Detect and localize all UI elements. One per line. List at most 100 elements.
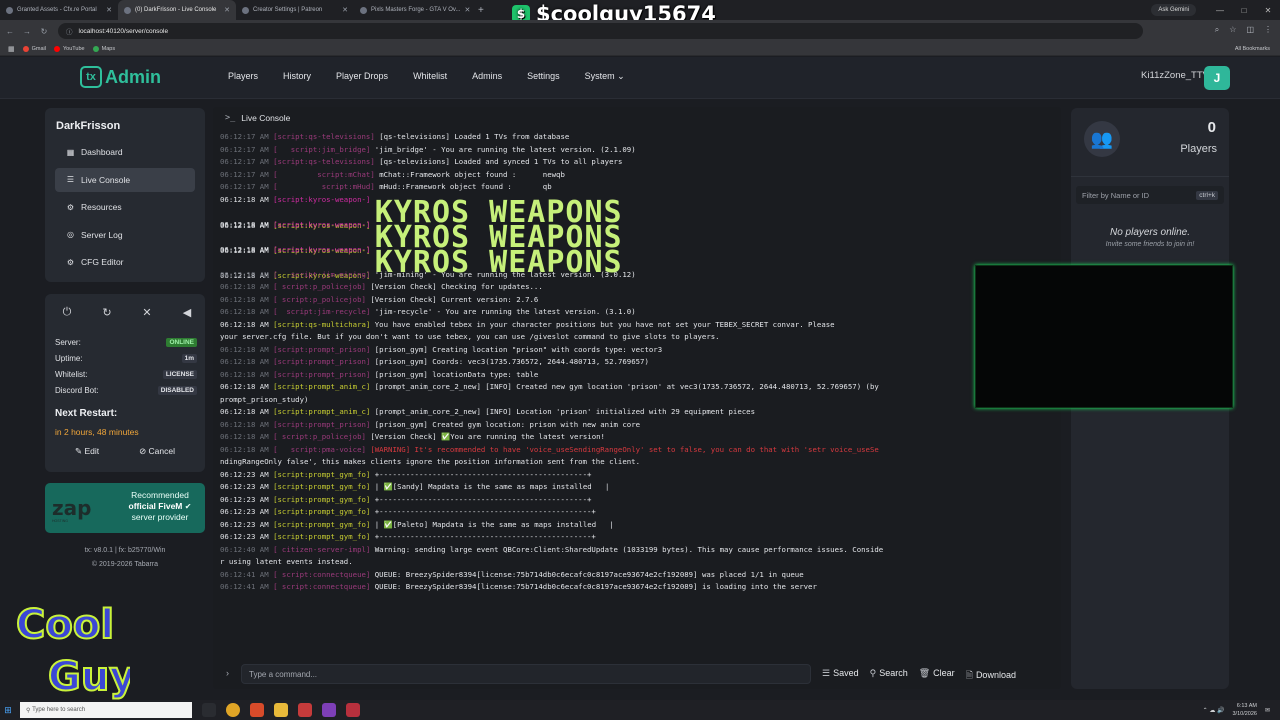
bookmark-youtube[interactable]: YouTube: [54, 45, 85, 52]
log-source: [ citizen-server-impl]: [273, 544, 371, 554]
url-field[interactable]: ⓘ localhost:40120/server/console: [58, 23, 1143, 39]
nav-item[interactable]: Players: [228, 71, 258, 82]
browser-tab[interactable]: Creator Settings | Patreon ✕: [236, 0, 354, 20]
next-restart-title: Next Restart:: [55, 408, 118, 419]
nav-item[interactable]: Settings: [527, 71, 560, 82]
player-filter-input[interactable]: Filter by Name or ID ctrl+k: [1076, 186, 1224, 204]
browser-tab[interactable]: Pixls Masters Forge - GTA V Ov... ✕: [354, 0, 472, 20]
browser-tab[interactable]: (0) DarkFrisson - Live Console ✕: [118, 0, 236, 20]
app-icon[interactable]: [346, 703, 360, 717]
log-timestamp: 06:12:41 AM: [220, 569, 269, 579]
bookmark-star-icon[interactable]: ☆: [1229, 25, 1236, 35]
status-list: Server: ONLINE Uptime: 1m Whitelist: LICENS…: [55, 334, 197, 398]
log-timestamp: 06:12:18 AM: [220, 219, 269, 229]
log-line: 06:12:18 AM [script:kyros-weapon-] KYROS…: [220, 223, 1050, 256]
log-source: [script:kyros-weapon-]: [273, 219, 371, 229]
log-timestamp: 06:12:23 AM: [220, 494, 269, 504]
log-line: 06:12:23 AM [script:prompt_gym_fo] +----…: [220, 494, 1050, 507]
log-timestamp: 06:12:41 AM: [220, 582, 269, 591]
sidebar-item[interactable]: ⚙ Resources: [55, 195, 195, 219]
zoom-icon[interactable]: ⌕: [1215, 25, 1219, 35]
txadmin-logo[interactable]: tx Admin: [80, 66, 161, 88]
announce-icon[interactable]: ◀: [179, 306, 195, 319]
notifications-icon[interactable]: ✉: [1265, 707, 1270, 714]
command-input[interactable]: Type a command...: [241, 664, 811, 684]
nav-item[interactable]: Whitelist: [413, 71, 447, 82]
forward-icon[interactable]: →: [20, 27, 34, 36]
log-line: 06:12:18 AM [ script:jim-mining] 'jim-mi…: [220, 269, 1050, 282]
windows-start-icon[interactable]: ⊞: [0, 705, 16, 716]
log-line: 06:12:18 AM [script:kyros-weapon-] KYROS…: [220, 198, 1050, 231]
nav-item[interactable]: History: [283, 71, 311, 82]
server-menu-card: DarkFrisson ▦ Dashboard ☰ Live Console ⚙ Reso…: [45, 108, 205, 282]
folder-icon[interactable]: [274, 703, 288, 717]
log-line: 06:12:18 AM [ script:p_policejob] [Versi…: [220, 431, 1050, 444]
log-timestamp: 06:12:18 AM: [220, 382, 269, 391]
log-timestamp: 06:12:18 AM: [220, 369, 269, 379]
kick-all-icon[interactable]: ✕: [139, 306, 155, 319]
nav-item[interactable]: Admins: [472, 71, 502, 82]
bookmark-maps[interactable]: Maps: [92, 45, 115, 52]
console-log[interactable]: 06:12:17 AM [script:qs-televisions] [qs-…: [220, 131, 1050, 661]
log-message: [qs-televisions] Loaded 1 TVs from datab…: [379, 132, 570, 141]
log-timestamp: 06:12:18 AM: [220, 307, 269, 316]
stop-server-icon[interactable]: ⏻: [59, 306, 75, 319]
avatar[interactable]: J: [1204, 66, 1230, 90]
chrome-icon[interactable]: [226, 703, 240, 717]
sidebar-item[interactable]: ⚙ CFG Editor: [55, 250, 195, 274]
clock[interactable]: 6:13 AM 3/10/2026: [1233, 702, 1257, 718]
log-line: 06:12:18 AM [script:prompt_anim_c] [prom…: [220, 381, 1050, 394]
restart-server-icon[interactable]: ↻: [99, 306, 115, 319]
close-tab-icon[interactable]: ✕: [342, 6, 348, 14]
menu-dots-icon[interactable]: ⋮: [1264, 25, 1272, 35]
log-line: 06:12:18 AM [ script:jim-recycle] 'jim-r…: [220, 306, 1050, 319]
clear-button[interactable]: 🗑 Clear: [919, 668, 955, 684]
new-tab-icon[interactable]: +: [478, 5, 484, 16]
main-nav: Players History Player Drops Whitelist Admin…: [228, 71, 650, 82]
download-button[interactable]: 🗎 Download: [966, 668, 1016, 684]
cancel-button[interactable]: ⊘ Cancel: [139, 446, 175, 457]
search-button[interactable]: ⚲ Search: [870, 668, 908, 684]
all-bookmarks-button[interactable]: All Bookmarks: [1235, 46, 1280, 52]
log-timestamp: 06:12:23 AM: [220, 482, 269, 491]
edit-button[interactable]: ✎ Edit: [75, 446, 99, 457]
browser-tab[interactable]: Granted Assets - Cfx.re Portal ✕: [0, 0, 118, 20]
app-icon[interactable]: [250, 703, 264, 717]
stream-logo: Cool Guy!: [15, 601, 130, 701]
nav-item[interactable]: Player Drops: [336, 71, 388, 82]
next-restart-value: in 2 hours, 48 minutes: [55, 427, 139, 437]
minimize-icon[interactable]: —: [1208, 6, 1232, 15]
user-name[interactable]: Ki11zZone_TTV: [1141, 70, 1209, 81]
search-icon: ⚲: [869, 668, 877, 678]
extensions-icon[interactable]: ◫: [1246, 25, 1254, 35]
site-info-icon[interactable]: ⓘ: [66, 26, 73, 36]
close-tab-icon[interactable]: ✕: [224, 6, 230, 14]
reload-icon[interactable]: ↻: [37, 27, 51, 36]
log-source: [ script:jim_bridge]: [273, 144, 371, 154]
zap-hosting-banner[interactable]: zap HOSTING Recommended official FiveM ✔…: [45, 483, 205, 533]
log-message: You have enabled tebex in your character…: [374, 319, 835, 329]
close-tab-icon[interactable]: ✕: [464, 6, 470, 14]
log-timestamp: 06:12:23 AM: [220, 469, 269, 479]
log-timestamp: 06:12:40 AM: [220, 544, 269, 554]
log-message: +---------------------------------------…: [374, 507, 596, 516]
taskbar-search[interactable]: ⚲ Type here to search: [20, 702, 192, 718]
sidebar-item[interactable]: ☰ Live Console: [55, 167, 195, 192]
apps-grid-icon[interactable]: ▦: [8, 45, 15, 53]
sidebar-item[interactable]: ◎ Server Log: [55, 223, 195, 247]
maximize-icon[interactable]: □: [1232, 6, 1256, 15]
task-view-icon[interactable]: [202, 703, 216, 717]
webcam-overlay: [975, 265, 1233, 408]
close-tab-icon[interactable]: ✕: [106, 6, 112, 14]
app-icon[interactable]: [322, 703, 336, 717]
bookmark-gmail[interactable]: Gmail: [22, 45, 46, 52]
close-icon[interactable]: ✕: [1256, 6, 1280, 15]
app-icon[interactable]: [298, 703, 312, 717]
saved-button[interactable]: ☰ Saved: [822, 668, 859, 684]
sidebar-item[interactable]: ▦ Dashboard: [55, 140, 195, 164]
back-icon[interactable]: ←: [3, 27, 17, 36]
browser-actions: ⌕ ☆ ◫ ⋮: [1215, 25, 1272, 35]
nav-item[interactable]: System ⌄: [585, 71, 625, 82]
ask-gemini-button[interactable]: Ask Gemini: [1151, 4, 1196, 16]
tray-icons[interactable]: ⌃ ☁ 🔊: [1203, 707, 1225, 714]
